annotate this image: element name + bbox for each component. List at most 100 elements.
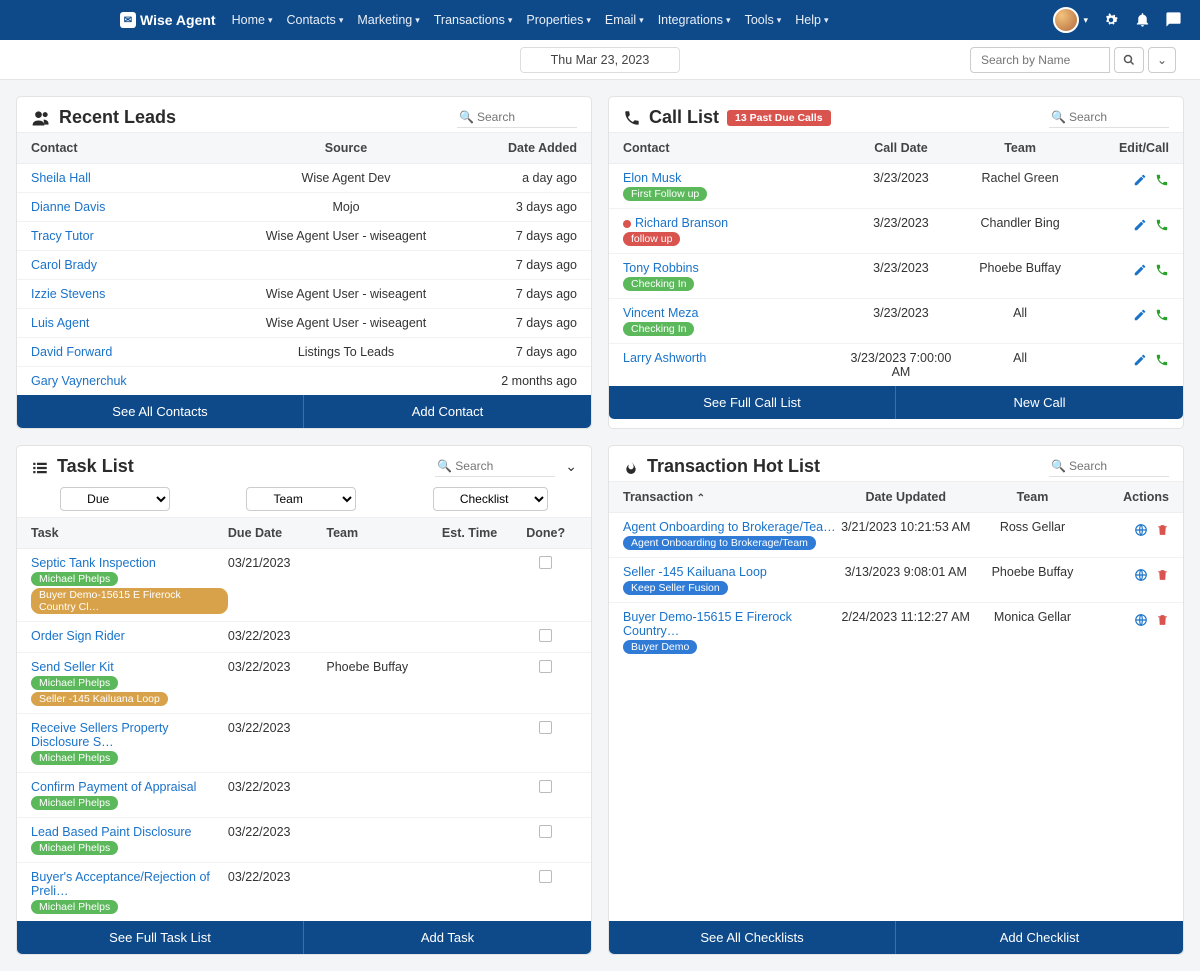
trans-col-updated[interactable]: Date Updated bbox=[837, 490, 974, 504]
lead-added: a day ago bbox=[451, 171, 577, 185]
contact-link[interactable]: Carol Brady bbox=[31, 258, 97, 272]
table-row: Agent Onboarding to Brokerage/Tea…Agent … bbox=[609, 513, 1183, 558]
contact-link[interactable]: Richard Branson bbox=[635, 216, 728, 230]
globe-icon[interactable] bbox=[1134, 565, 1148, 581]
contact-link[interactable]: Vincent Meza bbox=[623, 306, 699, 320]
nav-transactions[interactable]: Transactions ▾ bbox=[428, 9, 519, 31]
task-link[interactable]: Receive Sellers Property Disclosure S… bbox=[31, 721, 169, 749]
team-select[interactable]: Team bbox=[246, 487, 356, 511]
bell-icon[interactable] bbox=[1134, 11, 1151, 29]
done-checkbox[interactable] bbox=[539, 780, 552, 793]
transaction-link[interactable]: Agent Onboarding to Brokerage/Tea… bbox=[623, 520, 836, 534]
see-all-checklists-button[interactable]: See All Checklists bbox=[609, 921, 896, 954]
task-link[interactable]: Send Seller Kit bbox=[31, 660, 114, 674]
chevron-down-icon[interactable]: ⌄ bbox=[565, 458, 577, 475]
nav-contacts[interactable]: Contacts ▾ bbox=[280, 9, 349, 31]
contact-link[interactable]: Izzie Stevens bbox=[31, 287, 105, 301]
checklist-select[interactable]: Checklist bbox=[433, 487, 548, 511]
done-checkbox[interactable] bbox=[539, 556, 552, 569]
nav-tools[interactable]: Tools ▾ bbox=[739, 9, 788, 31]
done-checkbox[interactable] bbox=[539, 870, 552, 883]
gear-icon[interactable] bbox=[1102, 11, 1120, 29]
avatar-caret-icon[interactable]: ▾ bbox=[1083, 15, 1088, 26]
add-checklist-button[interactable]: Add Checklist bbox=[896, 921, 1183, 954]
search-icon: 🔍 bbox=[1051, 459, 1066, 473]
task-tag: Seller -145 Kailuana Loop bbox=[31, 692, 168, 706]
done-checkbox[interactable] bbox=[539, 721, 552, 734]
contact-link[interactable]: Dianne Davis bbox=[31, 200, 105, 214]
see-full-task-list-button[interactable]: See Full Task List bbox=[17, 921, 304, 954]
call-team: Rachel Green bbox=[961, 171, 1080, 185]
date-display[interactable]: Thu Mar 23, 2023 bbox=[520, 47, 681, 73]
pencil-icon[interactable] bbox=[1133, 351, 1147, 367]
contact-link[interactable]: David Forward bbox=[31, 345, 112, 359]
contact-link[interactable]: Gary Vaynerchuk bbox=[31, 374, 127, 388]
call-team: Chandler Bing bbox=[961, 216, 1080, 230]
done-checkbox[interactable] bbox=[539, 825, 552, 838]
trash-icon[interactable] bbox=[1156, 610, 1169, 626]
task-link[interactable]: Septic Tank Inspection bbox=[31, 556, 156, 570]
contact-link[interactable]: Sheila Hall bbox=[31, 171, 91, 185]
trans-col-tx[interactable]: Transaction ⌃ bbox=[623, 490, 837, 504]
search-button[interactable] bbox=[1114, 47, 1144, 73]
done-checkbox[interactable] bbox=[539, 629, 552, 642]
task-due: 03/22/2023 bbox=[228, 629, 326, 643]
trash-icon[interactable] bbox=[1156, 565, 1169, 581]
contact-link[interactable]: Tony Robbins bbox=[623, 261, 699, 275]
nav-email[interactable]: Email ▾ bbox=[599, 9, 650, 31]
task-tag: Michael Phelps bbox=[31, 676, 118, 690]
pencil-icon[interactable] bbox=[1133, 306, 1147, 322]
trans-col-team[interactable]: Team bbox=[974, 490, 1091, 504]
task-link[interactable]: Lead Based Paint Disclosure bbox=[31, 825, 192, 839]
phone-icon[interactable] bbox=[1155, 351, 1169, 367]
chat-icon[interactable] bbox=[1165, 11, 1182, 29]
globe-icon[interactable] bbox=[1134, 520, 1148, 536]
contact-link[interactable]: Elon Musk bbox=[623, 171, 681, 185]
pencil-icon[interactable] bbox=[1133, 216, 1147, 232]
see-full-call-list-button[interactable]: See Full Call List bbox=[609, 386, 896, 419]
transaction-tag: Buyer Demo bbox=[623, 640, 697, 654]
phone-icon[interactable] bbox=[1155, 216, 1169, 232]
see-all-contacts-button[interactable]: See All Contacts bbox=[17, 395, 304, 428]
nav-home[interactable]: Home ▾ bbox=[226, 9, 279, 31]
logo[interactable]: ✉ Wise Agent bbox=[120, 12, 216, 28]
search-by-name-input[interactable] bbox=[970, 47, 1110, 73]
add-contact-button[interactable]: Add Contact bbox=[304, 395, 591, 428]
leads-search-input[interactable] bbox=[457, 107, 577, 128]
status-tag: Checking In bbox=[623, 277, 694, 291]
contact-link[interactable]: Larry Ashworth bbox=[623, 351, 706, 365]
new-call-button[interactable]: New Call bbox=[896, 386, 1183, 419]
globe-icon[interactable] bbox=[1134, 610, 1148, 626]
task-link[interactable]: Confirm Payment of Appraisal bbox=[31, 780, 196, 794]
phone-icon[interactable] bbox=[1155, 171, 1169, 187]
task-link[interactable]: Buyer's Acceptance/Rejection of Preli… bbox=[31, 870, 210, 898]
add-task-button[interactable]: Add Task bbox=[304, 921, 591, 954]
phone-icon[interactable] bbox=[1155, 306, 1169, 322]
contact-link[interactable]: Luis Agent bbox=[31, 316, 89, 330]
table-row: Elon MuskFirst Follow up 3/23/2023 Rache… bbox=[609, 164, 1183, 209]
phone-icon[interactable] bbox=[1155, 261, 1169, 277]
done-checkbox[interactable] bbox=[539, 660, 552, 673]
nav-properties[interactable]: Properties ▾ bbox=[520, 9, 597, 31]
pencil-icon[interactable] bbox=[1133, 261, 1147, 277]
trans-col-actions: Actions bbox=[1091, 490, 1169, 504]
search-dropdown-button[interactable]: ⌄ bbox=[1148, 47, 1176, 73]
transaction-link[interactable]: Buyer Demo-15615 E Firerock Country… bbox=[623, 610, 792, 638]
trans-search-input[interactable] bbox=[1049, 456, 1169, 477]
pencil-icon[interactable] bbox=[1133, 171, 1147, 187]
task-link[interactable]: Order Sign Rider bbox=[31, 629, 125, 643]
due-select[interactable]: Due bbox=[60, 487, 170, 511]
tasks-title: Task List bbox=[57, 456, 134, 477]
tasks-search-input[interactable] bbox=[435, 456, 555, 477]
contact-link[interactable]: Tracy Tutor bbox=[31, 229, 94, 243]
calls-search-input[interactable] bbox=[1049, 107, 1169, 128]
avatar[interactable] bbox=[1053, 7, 1079, 33]
list-icon bbox=[31, 456, 49, 477]
nav-help[interactable]: Help ▾ bbox=[789, 9, 834, 31]
search-icon: 🔍 bbox=[1051, 110, 1066, 124]
nav-integrations[interactable]: Integrations ▾ bbox=[652, 9, 737, 31]
nav-marketing[interactable]: Marketing ▾ bbox=[351, 9, 425, 31]
trash-icon[interactable] bbox=[1156, 520, 1169, 536]
table-row: Tracy Tutor Wise Agent User - wiseagent … bbox=[17, 222, 591, 251]
transaction-link[interactable]: Seller -145 Kailuana Loop bbox=[623, 565, 767, 579]
